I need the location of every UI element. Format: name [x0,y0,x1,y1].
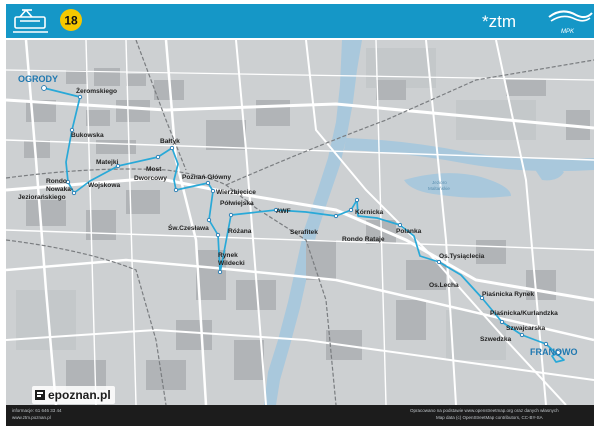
stop-label: Dworcowy [134,175,167,182]
credit-source: Opracowano na podstawie www.openstreetma… [410,408,559,413]
stop-marker[interactable] [210,188,216,194]
stop-marker[interactable] [228,212,234,218]
stop-label: Most [146,166,162,173]
stop-label: Os.Lecha [429,282,459,289]
stop-marker[interactable] [519,332,525,338]
stop-label: Szwajcarska [506,325,546,332]
stop-label: Jeziorańskiego [18,194,66,201]
line-number: 18 [64,14,78,28]
map-area: Jezioro Maltańskie OGRODY Żeromskiego Bu… [6,40,594,405]
stop-label: Wildecki [218,260,245,267]
stop-label: Bukowska [71,132,104,139]
stop-label: Różana [228,228,252,235]
stop-marker[interactable] [41,85,47,91]
stop-marker[interactable] [206,217,212,223]
stop-marker[interactable] [436,259,442,265]
stop-marker[interactable] [333,213,339,219]
mpk-logo-text: MPK [561,29,575,35]
watermark-text: epoznan.pl [48,388,111,402]
tram-icon [13,9,48,33]
stop-marker[interactable] [205,180,211,186]
stop-marker[interactable] [543,341,549,347]
stop-label: Szwedzka [480,336,511,343]
stop-label: Rynek [218,252,238,259]
stop-marker[interactable] [499,319,505,325]
credit-license: Map data (c) OpenStreetMap contributors,… [436,415,543,420]
stop-label: Poznań Główny [182,174,231,181]
stop-label: Rondo [46,178,67,185]
stop-label: Św.Czesława [168,223,209,232]
stop-marker[interactable] [77,94,83,100]
stop-label: AWF [276,208,291,215]
mpk-logo: MPK [548,10,593,35]
terminus-label: FRANOWO [530,347,578,357]
stop-marker[interactable] [173,187,179,193]
stop-marker[interactable] [397,222,403,228]
stop-label: Nowaka- [46,186,73,193]
stop-label: Rondo Rataje [342,236,385,243]
stop-marker[interactable] [169,145,175,151]
ztm-logo: *ztm [482,12,516,31]
map-canvas: Jezioro Maltańskie OGRODY Żeromskiego Bu… [6,40,594,405]
footer-bar: informacje: 61 646 33 44 www.ztm.poznan.… [6,405,594,426]
stop-marker[interactable] [217,269,223,275]
header-bar: 18 *ztm MPK [6,4,594,38]
stop-label: Bałtyk [160,138,180,145]
info-phone: informacje: 61 646 33 44 [12,408,62,413]
stop-label: Piaśnicka/Kurlandzka [490,310,558,317]
stop-label: Wojskowa [88,182,120,189]
lake-label: Maltańskie [428,186,450,191]
stop-marker[interactable] [354,197,360,203]
stop-label: Serafitek [290,229,318,236]
stop-label: Półwiejska [220,200,254,207]
stop-marker[interactable] [155,154,161,160]
header-graphics: 18 *ztm MPK [13,9,593,35]
stop-label: Os.Tysiąclecia [439,253,485,260]
stop-label: Kórnicka [355,209,384,216]
stop-label: Żeromskiego [76,87,117,95]
stop-label: Matejki [96,159,119,166]
terminus-label: OGRODY [18,74,58,84]
stop-label: Piaśnicka Rynek [482,291,534,298]
stop-marker[interactable] [348,207,354,213]
watermark-logo-icon [35,390,45,400]
info-website[interactable]: www.ztm.poznan.pl [12,415,51,421]
stop-label: Wierzbięcice [216,189,256,196]
stop-marker[interactable] [215,232,221,238]
lake-label: Jezioro [432,180,447,185]
watermark: epoznan.pl [32,386,115,404]
route-map-poster: 18 *ztm MPK Jezioro Maltańskie OGRODY Że… [0,0,600,426]
stop-label: Polanka [396,228,422,235]
